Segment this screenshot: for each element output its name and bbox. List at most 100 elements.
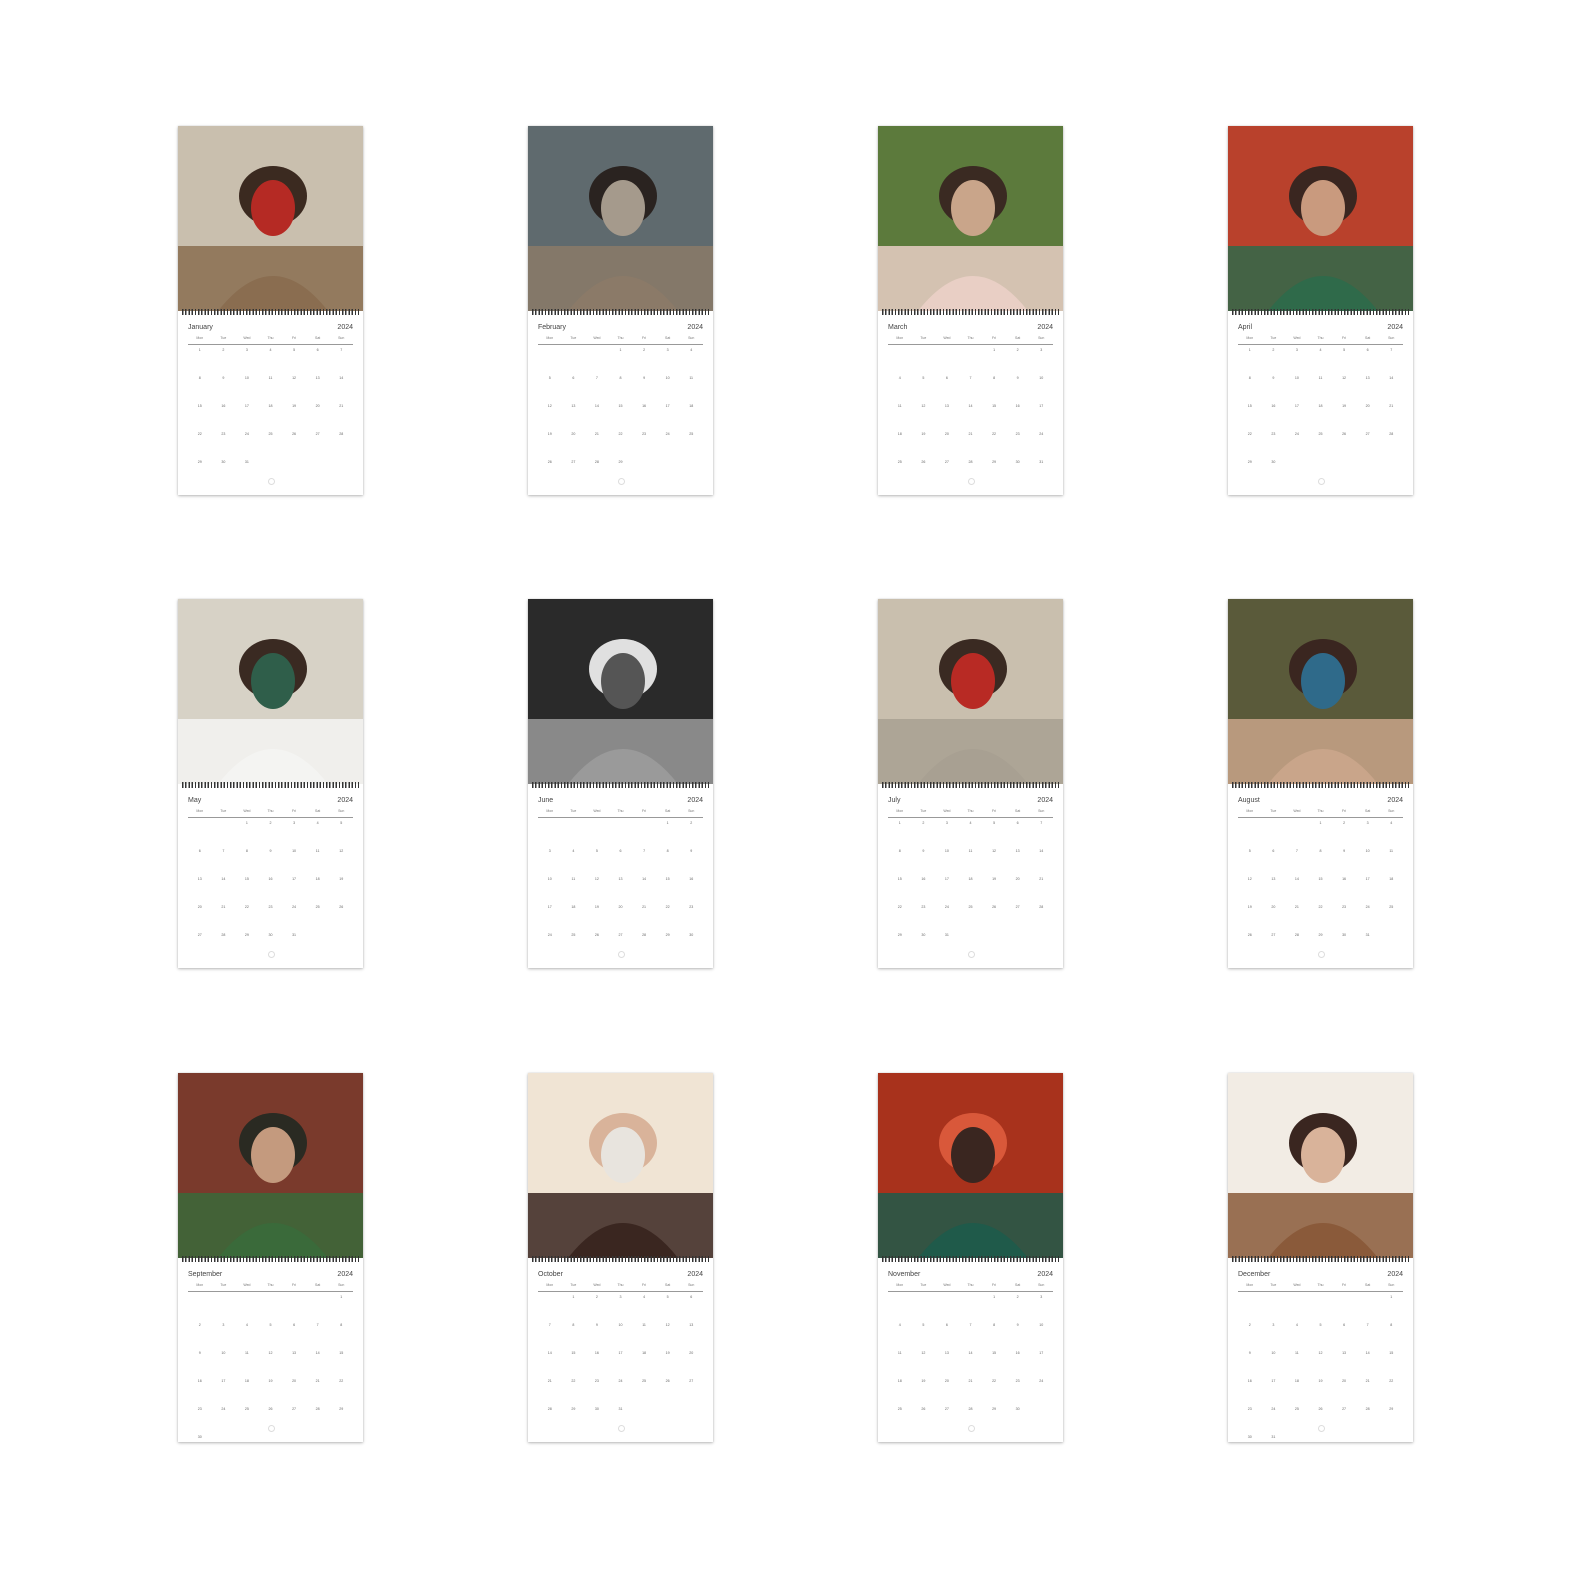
day-cell: 1 [572, 1295, 575, 1299]
day-cell: 13 [689, 1323, 694, 1327]
month-photo [1228, 599, 1413, 784]
day-cell: 4 [969, 821, 972, 825]
day-cell: 7 [548, 1323, 551, 1327]
day-cell: 23 [642, 432, 647, 436]
month-photo [528, 1073, 713, 1258]
day-cell: 13 [618, 877, 623, 881]
weekday-label: Sun [688, 336, 695, 340]
calendar-page-january: January 2024 Mon Tue Wed Thu Fri Sat Sun 12345… [178, 126, 363, 495]
day-cell: 11 [315, 849, 320, 853]
day-cell: 24 [1039, 432, 1044, 436]
day-cell: 29 [992, 1407, 997, 1411]
empty-day-cell [1238, 1295, 1262, 1323]
day-cell: 11 [897, 1351, 902, 1355]
day-cell: 30 [1015, 460, 1020, 464]
day-cell: 14 [1294, 877, 1299, 881]
weekday-label: Thu [1317, 336, 1324, 340]
weekday-header: Mon Tue Wed Thu Fri Sat Sun [538, 336, 703, 345]
year-label: 2024 [687, 1271, 703, 1278]
day-cell: 18 [689, 404, 694, 408]
month-photo [178, 126, 363, 311]
day-cell: 22 [992, 1379, 997, 1383]
day-cell: 9 [1016, 1323, 1019, 1327]
month-name: November [888, 1271, 921, 1278]
calendar-page-november: November 2024 Mon Tue Wed Thu Fri Sat Sun 1234… [878, 1073, 1063, 1442]
day-cell: 8 [993, 1323, 996, 1327]
day-cell: 28 [594, 460, 599, 464]
day-cell: 26 [1247, 933, 1252, 937]
day-cell: 15 [1247, 404, 1252, 408]
day-cell: 27 [944, 1407, 949, 1411]
weekday-label: Mon [196, 336, 204, 340]
empty-day-cell [1356, 1295, 1380, 1323]
day-cell: 8 [1390, 1323, 1393, 1327]
day-grid: 1 2 3 4 5 6 7 8 9 10 11 12 13 14 15 16 17 18 19 20 21 22 23 24 2… [1238, 1295, 1403, 1463]
empty-day-cell [306, 1295, 330, 1323]
day-cell: 15 [1389, 1351, 1394, 1355]
day-cell: 9 [269, 849, 272, 853]
day-cell: 2 [1272, 348, 1275, 352]
weekday-label: Fri [292, 1283, 297, 1287]
day-cell: 1 [245, 821, 248, 825]
weekday-label: Tue [920, 809, 927, 813]
day-cell: 25 [571, 933, 576, 937]
month-name: January [188, 324, 213, 331]
day-cell: 10 [1039, 1323, 1044, 1327]
spiral-binding [532, 1256, 709, 1262]
day-cell: 14 [547, 1351, 552, 1355]
day-cell: 21 [594, 432, 599, 436]
day-cell: 26 [339, 905, 344, 909]
day-cell: 10 [944, 849, 949, 853]
day-grid: 1 2 3 4 5 6 7 8 9 10 11 12 13 14 15 16 17 18 19 20 21 22 23 24 2… [1238, 348, 1403, 488]
day-grid: 1 2 3 4 5 6 7 8 9 10 11 12 13 14 15 16 17 18 19 20 21 22 23 24 2… [888, 348, 1053, 488]
day-cell: 22 [618, 432, 623, 436]
day-cell: 22 [197, 432, 202, 436]
day-cell: 11 [968, 849, 973, 853]
day-cell: 9 [1272, 376, 1275, 380]
day-cell: 5 [1343, 348, 1346, 352]
weekday-label: Thu [267, 809, 274, 813]
spiral-binding [882, 1256, 1059, 1262]
photo-image [178, 599, 363, 784]
empty-day-cell [1332, 1295, 1356, 1323]
day-cell: 2 [269, 821, 272, 825]
weekday-label: Tue [220, 1283, 227, 1287]
weekday-label: Sat [1015, 1283, 1021, 1287]
day-cell: 16 [689, 877, 694, 881]
photo-image [528, 1073, 713, 1258]
weekday-label: Tue [570, 809, 577, 813]
day-cell: 14 [315, 1351, 320, 1355]
day-cell: 24 [665, 432, 670, 436]
weekday-label: Wed [593, 809, 601, 813]
day-cell: 17 [1039, 1351, 1044, 1355]
day-cell: 7 [1390, 348, 1393, 352]
day-cell: 26 [921, 1407, 926, 1411]
day-cell: 10 [244, 376, 249, 380]
year-label: 2024 [1387, 1271, 1403, 1278]
empty-day-cell [585, 821, 609, 849]
day-cell: 2 [1248, 1323, 1251, 1327]
day-cell: 21 [221, 905, 226, 909]
spiral-binding [182, 782, 359, 788]
day-cell: 9 [198, 1351, 201, 1355]
day-cell: 12 [921, 1351, 926, 1355]
day-cell: 15 [339, 1351, 344, 1355]
day-cell: 18 [315, 877, 320, 881]
year-label: 2024 [687, 797, 703, 804]
weekday-label: Sun [338, 1283, 345, 1287]
day-cell: 6 [945, 376, 948, 380]
day-cell: 12 [547, 404, 552, 408]
spiral-binding [532, 782, 709, 788]
day-cell: 4 [316, 821, 319, 825]
day-cell: 15 [665, 877, 670, 881]
weekday-label: Wed [243, 809, 251, 813]
weekday-label: Thu [967, 336, 974, 340]
empty-day-cell [1262, 1295, 1286, 1323]
day-cell: 5 [666, 1295, 669, 1299]
calendar-grid: January 2024 Mon Tue Wed Thu Fri Sat Sun 12345… [0, 0, 1588, 1588]
day-cell: 6 [1366, 348, 1369, 352]
day-cell: 26 [992, 905, 997, 909]
weekday-label: Tue [1270, 809, 1277, 813]
day-cell: 19 [1318, 1379, 1323, 1383]
weekday-label: Wed [1293, 809, 1301, 813]
